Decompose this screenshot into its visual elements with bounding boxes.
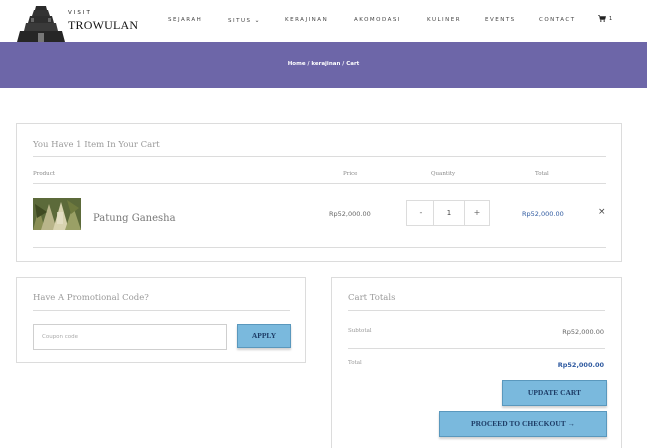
divider xyxy=(33,310,290,311)
nav-item-kerajinan[interactable]: KERAJINAN xyxy=(285,17,328,23)
divider xyxy=(33,183,606,184)
cart-title: You Have 1 Item In Your Cart xyxy=(33,140,160,150)
nav-item-events[interactable]: EVENTS xyxy=(485,17,516,23)
nav-item-situs-label: SITUS xyxy=(228,18,252,24)
update-cart-button[interactable]: UPDATE CART xyxy=(502,380,607,406)
apply-coupon-button[interactable]: APPLY xyxy=(237,324,291,348)
site-header: VISIT TROWULAN SEJARAH SITUS ⌄ KERAJINAN … xyxy=(0,0,647,42)
cart-icon xyxy=(598,15,606,22)
breadcrumb: Home / kerajinan / Cart xyxy=(287,61,360,67)
product-thumbnail[interactable] xyxy=(33,198,81,230)
total-value: Rp52,000.00 xyxy=(557,361,604,369)
divider xyxy=(348,310,605,311)
temple-icon xyxy=(17,6,65,42)
total-label: Total xyxy=(348,360,362,366)
column-header-price: Price xyxy=(343,171,358,177)
logo-visit-text: VISIT xyxy=(68,10,92,16)
logo-name-text: TROWULAN xyxy=(68,18,139,32)
promo-title: Have A Promotional Code? xyxy=(33,293,149,303)
promo-panel: Have A Promotional Code? APPLY xyxy=(16,277,306,363)
quantity-increase-button[interactable]: + xyxy=(465,201,489,225)
divider xyxy=(348,348,605,349)
nav-item-situs[interactable]: SITUS ⌄ xyxy=(228,17,260,24)
column-header-quantity: Quantity xyxy=(431,171,456,177)
quantity-stepper: - 1 + xyxy=(406,200,490,226)
line-total: Rp52,000.00 xyxy=(522,210,564,218)
coupon-code-input[interactable] xyxy=(33,324,227,350)
column-header-product: Product xyxy=(33,171,55,177)
proceed-to-checkout-button[interactable]: PROCEED TO CHECKOUT → xyxy=(439,411,607,437)
product-image xyxy=(33,198,81,230)
subtotal-value: Rp52,000.00 xyxy=(562,328,604,336)
product-price: Rp52,000.00 xyxy=(329,210,371,218)
cart-totals-title: Cart Totals xyxy=(348,293,396,303)
site-logo[interactable]: VISIT TROWULAN xyxy=(16,4,146,42)
nav-item-sejarah[interactable]: SEJARAH xyxy=(168,17,202,23)
divider xyxy=(33,156,606,157)
subtotal-label: Subtotal xyxy=(348,328,372,334)
divider xyxy=(33,247,606,248)
header-cart-link[interactable]: 1 xyxy=(598,15,612,22)
cart-totals-panel: Cart Totals Subtotal Rp52,000.00 Total R… xyxy=(331,277,622,448)
nav-item-akomodasi[interactable]: AKOMODASI xyxy=(354,17,401,23)
nav-item-contact[interactable]: CONTACT xyxy=(539,17,576,23)
page-banner: Home / kerajinan / Cart xyxy=(0,42,647,88)
quantity-input[interactable]: 1 xyxy=(434,201,464,225)
column-header-total: Total xyxy=(535,171,549,177)
cart-count: 1 xyxy=(609,16,613,22)
quantity-decrease-button[interactable]: - xyxy=(409,201,433,225)
chevron-down-icon: ⌄ xyxy=(254,17,260,24)
remove-item-icon[interactable]: × xyxy=(598,207,606,217)
product-name[interactable]: Patung Ganesha xyxy=(93,213,176,224)
cart-panel: You Have 1 Item In Your Cart Product Pri… xyxy=(16,123,622,262)
nav-item-kuliner[interactable]: KULINER xyxy=(427,17,461,23)
